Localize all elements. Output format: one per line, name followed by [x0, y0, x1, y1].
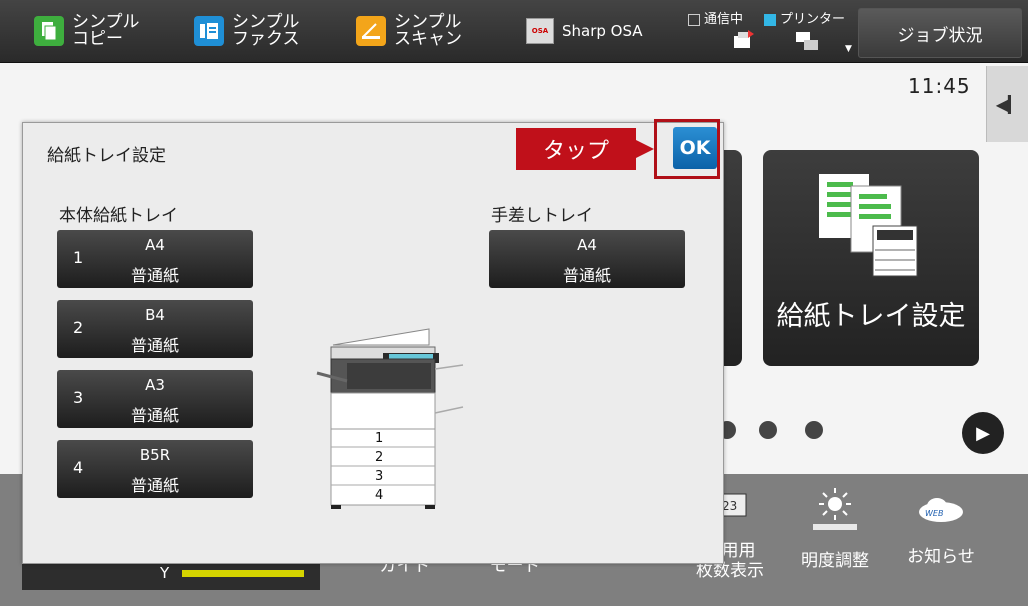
- fax-icon: [194, 16, 224, 46]
- paper-tray-settings-icon: [819, 174, 918, 277]
- printer-tray-1-number: 1: [375, 431, 384, 446]
- clock: 11:45: [908, 74, 971, 98]
- osa-logo-text: OSA: [531, 27, 549, 35]
- simple-copy-button[interactable]: シンプル コピー: [34, 8, 140, 54]
- tray-2-button[interactable]: 2 B4 普通紙: [57, 300, 253, 358]
- comm-status-label: 通信中: [704, 12, 744, 27]
- printer-status-label: プリンター: [780, 12, 846, 27]
- printer-job-icon: [796, 32, 818, 50]
- bottom-item-notice-label: お知らせ: [907, 547, 975, 567]
- top-bar: シンプル コピー シンプル ファクス シンプル スキャン OSA Sharp O…: [0, 0, 1028, 63]
- paper-tray-settings-dialog: 給紙トレイ設定 本体給紙トレイ 手差しトレイ 1 A4 普通紙 2 B4 普通紙…: [22, 122, 724, 564]
- printer-illustration: [316, 328, 464, 509]
- osa-icon: OSA: [526, 18, 554, 44]
- side-panel-toggle[interactable]: ◀▎: [986, 66, 1028, 142]
- printer-tray-2-number: 2: [375, 450, 384, 465]
- tray-1-button[interactable]: 1 A4 普通紙: [57, 230, 253, 288]
- tray-paper-size: A4: [577, 236, 597, 254]
- bottom-item-notice[interactable]: WEB お知らせ: [896, 496, 986, 567]
- tap-callout: タップ: [516, 128, 654, 170]
- svg-text:WEB: WEB: [925, 509, 943, 518]
- next-page-button[interactable]: ▶: [962, 412, 1004, 454]
- page-dot[interactable]: [805, 421, 823, 439]
- app-tile-paper-tray-settings[interactable]: 給紙トレイ設定: [763, 150, 979, 366]
- toner-label: Y: [160, 564, 170, 582]
- simple-scan-label: シンプル スキャン: [394, 12, 462, 49]
- cloud-web-icon: WEB: [919, 498, 963, 522]
- sharp-osa-label: Sharp OSA: [562, 22, 643, 40]
- simple-scan-button[interactable]: シンプル スキャン: [356, 8, 462, 54]
- dropdown-arrow-icon[interactable]: ▼: [845, 44, 852, 54]
- ok-button[interactable]: OK: [673, 127, 717, 169]
- copy-icon: [34, 16, 64, 46]
- printer-tray-3-number: 3: [375, 469, 384, 484]
- printer-tray-4-number: 4: [375, 488, 384, 503]
- sharp-osa-button[interactable]: OSA Sharp OSA: [526, 8, 643, 54]
- bottom-item-brightness-label: 明度調整: [801, 551, 869, 571]
- simple-copy-label: シンプル コピー: [72, 12, 140, 49]
- tray-paper-type: 普通紙: [562, 266, 611, 285]
- bypass-tray-label: 手差しトレイ: [491, 206, 593, 226]
- toner-level-bar: [182, 570, 304, 577]
- tray-paper-size: B4: [145, 306, 165, 324]
- tray-paper-type: 普通紙: [130, 406, 179, 425]
- brightness-icon: [813, 488, 857, 530]
- scan-icon: [356, 16, 386, 46]
- comm-status: 通信中: [688, 8, 743, 27]
- tray-3-button[interactable]: 3 A3 普通紙: [57, 370, 253, 428]
- tray-4-button[interactable]: 4 B5R 普通紙: [57, 440, 253, 498]
- printer-status: プリンター: [764, 8, 845, 27]
- main-trays-label: 本体給紙トレイ: [59, 206, 178, 226]
- tile-label: 給紙トレイ設定: [776, 301, 966, 332]
- tray-paper-size: A3: [145, 376, 165, 394]
- svg-text:23: 23: [722, 499, 737, 513]
- printer-status-indicator: [764, 13, 776, 26]
- tray-paper-type: 普通紙: [130, 266, 179, 285]
- tray-paper-size: A4: [145, 236, 165, 254]
- tray-paper-type: 普通紙: [130, 476, 179, 495]
- fax-job-icon: [734, 30, 754, 48]
- simple-fax-label: シンプル ファクス: [232, 12, 300, 49]
- simple-fax-button[interactable]: シンプル ファクス: [194, 8, 300, 54]
- dialog-title: 給紙トレイ設定: [47, 146, 166, 166]
- bypass-tray-button[interactable]: A4 普通紙: [489, 230, 685, 288]
- panel-collapse-icon: ◀▎: [995, 94, 1021, 114]
- page-dot[interactable]: [759, 421, 777, 439]
- status-area: 通信中 プリンター ▼: [688, 8, 858, 58]
- bottom-item-brightness[interactable]: 明度調整: [790, 484, 880, 571]
- job-status-button[interactable]: ジョブ状況: [858, 8, 1022, 58]
- play-arrow-icon: ▶: [976, 422, 990, 444]
- tray-paper-size: B5R: [139, 446, 171, 464]
- comm-status-indicator: [688, 13, 700, 26]
- tray-paper-type: 普通紙: [130, 336, 179, 355]
